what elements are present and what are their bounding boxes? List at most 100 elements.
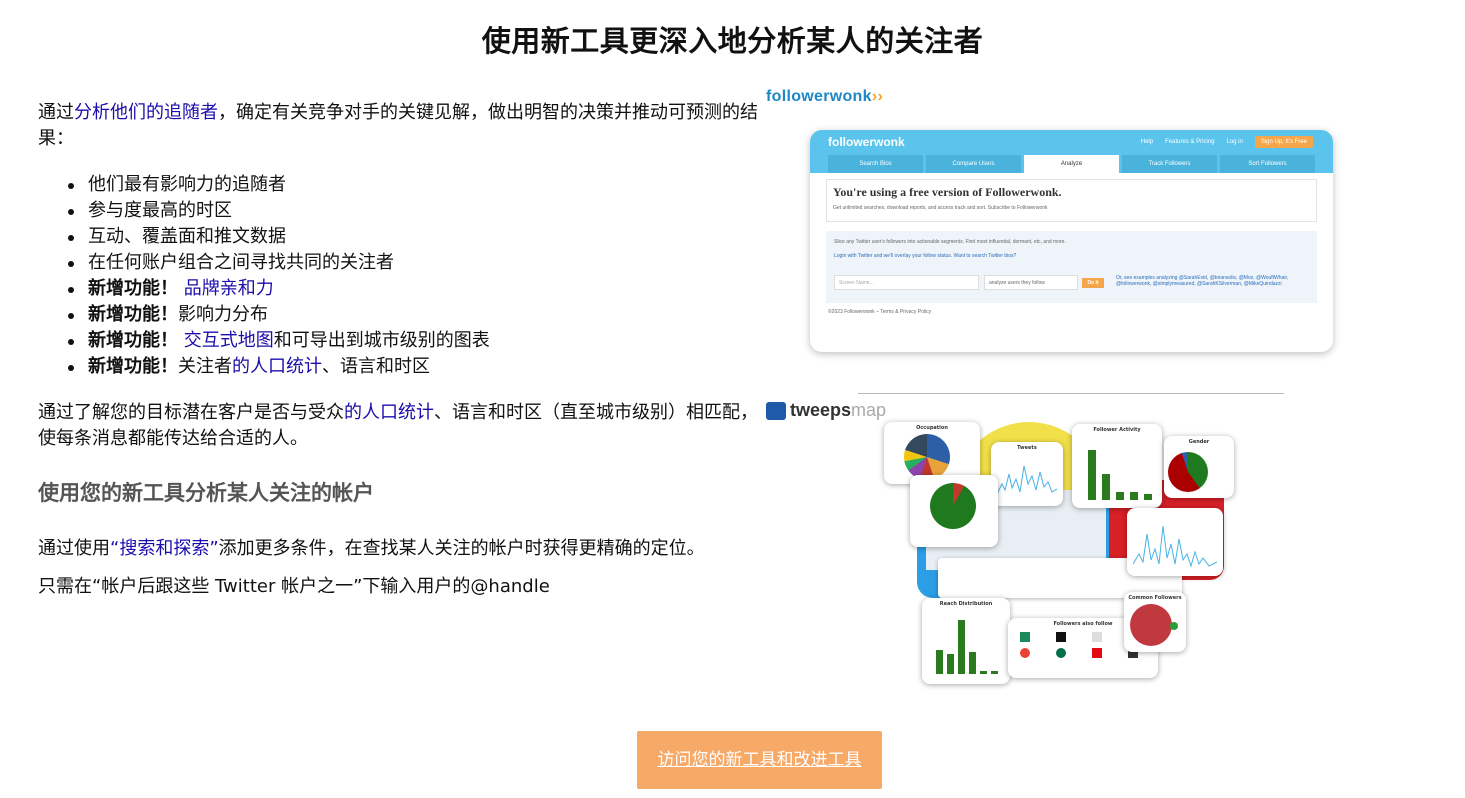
fw-nav-help: Help — [1140, 139, 1154, 145]
activity-bars — [1086, 444, 1154, 500]
fw-input-placeholder: Screen Name... — [839, 280, 874, 286]
feature-text: 互动、覆盖面和推文数据 — [88, 226, 286, 247]
content-column: 通过分析他们的追随者，确定有关竞争对手的关键见解，做出明智的决策并推动可预测的结… — [38, 100, 760, 600]
fw-box-line: Slice any Twitter user's followers into … — [834, 239, 1066, 245]
search-explore-paragraph: 通过使用“搜索和探索”添加更多条件，在查找某人关注的帐户时获得更精确的定位。 — [38, 536, 760, 562]
feature-item: 新增功能！影响力分布 — [68, 302, 760, 328]
fw-nav-features: Features & Pricing — [1165, 139, 1215, 145]
gender-pie-card — [910, 475, 998, 547]
search-explore-link[interactable]: “搜索和探索” — [110, 538, 219, 559]
interactive-map-link[interactable]: 交互式地图 — [178, 330, 274, 351]
section-heading: 使用您的新工具分析某人关注的帐户 — [38, 481, 374, 505]
fw-nav: Help Features & Pricing Log in Sign Up, … — [1141, 136, 1313, 148]
para-text: 通过了解您的目标潜在客户是否与受众 — [38, 402, 344, 423]
fw-header: followerwonk Help Features & Pricing Log… — [810, 130, 1333, 155]
feature-text: 参与度最高的时区 — [88, 200, 232, 221]
intro-prefix: 通过 — [38, 102, 74, 123]
bar — [947, 654, 954, 674]
bar — [969, 652, 976, 674]
new-feature-label: 新增功能！ — [88, 330, 178, 351]
bar — [1088, 450, 1096, 500]
new-feature-label: 新增功能！ — [88, 304, 178, 325]
feature-item: 参与度最高的时区 — [68, 198, 760, 224]
feature-text: 、语言和时区 — [322, 356, 430, 377]
visit-new-tools-button[interactable]: 访问您的新工具和改进工具 — [637, 731, 882, 789]
logo-arrows: ›› — [871, 88, 884, 105]
tweets-card: Tweets — [991, 442, 1063, 506]
gender-pie — [1168, 452, 1208, 492]
fw-nav-login: Log in — [1226, 139, 1243, 145]
tweepsmap-collage: Occupation Tweets Follower Activity Gend… — [884, 420, 1239, 690]
feature-text: 影响力分布 — [178, 304, 268, 325]
reach-pie — [930, 483, 976, 529]
feature-text: 关注者 — [178, 356, 232, 377]
bar — [980, 671, 987, 674]
activity-line-chart — [1133, 525, 1217, 568]
fw-tab-active: Analyze — [1024, 155, 1119, 173]
tweepsmap-logo: tweepsmap — [766, 400, 886, 421]
fw-tabs: Search Bios Compare Users Analyze Track … — [810, 155, 1333, 173]
bar — [991, 671, 998, 674]
para-text: 添加更多条件，在查找某人关注的帐户时获得更精确的定位。 — [218, 538, 705, 559]
follower-activity-card: Follower Activity — [1072, 424, 1162, 508]
bar — [1116, 492, 1124, 500]
fw-notice: You're using a free version of Followerw… — [826, 179, 1317, 222]
reach-bars — [934, 616, 1000, 674]
fw-signup: Sign Up, It's Free — [1254, 136, 1313, 148]
fw-analyze-box: Slice any Twitter user's followers into … — [826, 231, 1317, 303]
fw-select-value: analyze users they follow — [989, 280, 1045, 286]
demographics-link-2[interactable]: 的人口统计 — [344, 402, 434, 423]
card-title: Reach Distribution — [939, 601, 993, 607]
brand-affinity-link[interactable]: 品牌亲和力 — [178, 278, 274, 299]
card-title: Followers also follow — [1053, 621, 1113, 627]
fw-brand: followerwonk — [828, 135, 905, 149]
feature-item: 新增功能！关注者的人口统计、语言和时区 — [68, 354, 760, 380]
feature-item: 在任何账户组合之间寻找共同的关注者 — [68, 250, 760, 276]
demographics-link[interactable]: 的人口统计 — [232, 356, 322, 377]
brand-logo-icon — [1092, 632, 1102, 642]
feature-text: 和可导出到城市级别的图表 — [273, 330, 490, 351]
card-title: Gender — [1188, 439, 1210, 445]
common-followers-dot — [1170, 622, 1178, 630]
brand-logo-icon — [1092, 648, 1102, 658]
gender-card: Gender — [1164, 436, 1234, 498]
feature-item: 他们最有影响力的追随者 — [68, 172, 760, 198]
new-feature-label: 新增功能！ — [88, 278, 178, 299]
card-title: Occupation — [916, 425, 948, 431]
feature-item: 互动、覆盖面和推文数据 — [68, 224, 760, 250]
fw-analyze-select: analyze users they follow — [984, 275, 1078, 290]
feature-text: 他们最有影响力的追随者 — [88, 174, 286, 195]
brand-logo-icon — [1020, 648, 1030, 658]
fw-notice-sub: Get unlimited searches, download reports… — [833, 205, 1048, 211]
fw-screen-name-input: Screen Name... — [834, 275, 979, 290]
followerwonk-logo: followerwonk›› — [766, 88, 883, 106]
intro-paragraph: 通过分析他们的追随者，确定有关竞争对手的关键见解，做出明智的决策并推动可预测的结… — [38, 100, 760, 152]
logo-text: map — [851, 400, 887, 420]
bar — [1130, 492, 1138, 500]
reach-distribution-card: Reach Distribution — [922, 598, 1010, 684]
brand-logo-icon — [1056, 632, 1066, 642]
analyze-followers-link[interactable]: 分析他们的追随者 — [74, 102, 218, 123]
fw-notice-heading: You're using a free version of Followerw… — [833, 185, 1062, 199]
occupation-pie — [904, 434, 950, 480]
divider — [858, 393, 1284, 394]
feature-list: 他们最有影响力的追随者 参与度最高的时区 互动、覆盖面和推文数据 在任何账户组合… — [68, 172, 760, 380]
followerwonk-screenshot: followerwonk Help Features & Pricing Log… — [810, 130, 1333, 352]
brand-logo-icon — [1020, 632, 1030, 642]
card-title: Common Followers — [1128, 595, 1182, 601]
fw-go-button: Do it — [1082, 278, 1104, 288]
handle-instruction: 只需在“帐户后跟这些 Twitter 帐户之一”下输入用户的@handle — [38, 576, 550, 597]
tweets-line-card — [1127, 508, 1223, 576]
feature-text: 在任何账户组合之间寻找共同的关注者 — [88, 252, 394, 273]
feature-item: 新增功能！ 交互式地图和可导出到城市级别的图表 — [68, 328, 760, 354]
card-title: Follower Activity — [1093, 427, 1141, 433]
bar — [1144, 494, 1152, 500]
common-followers-card: Common Followers — [1124, 592, 1186, 652]
fw-footer: ©2023 Followerwonk – Terms & Privacy Pol… — [828, 309, 932, 315]
new-feature-label: 新增功能！ — [88, 356, 178, 377]
targeting-paragraph: 通过了解您的目标潜在客户是否与受众的人口统计、语言和时区（直至城市级别）相匹配，… — [38, 400, 760, 452]
bar — [1102, 474, 1110, 500]
fw-go-label: Do it — [1087, 280, 1099, 286]
bar — [936, 650, 943, 674]
logo-text: tweeps — [790, 400, 852, 420]
